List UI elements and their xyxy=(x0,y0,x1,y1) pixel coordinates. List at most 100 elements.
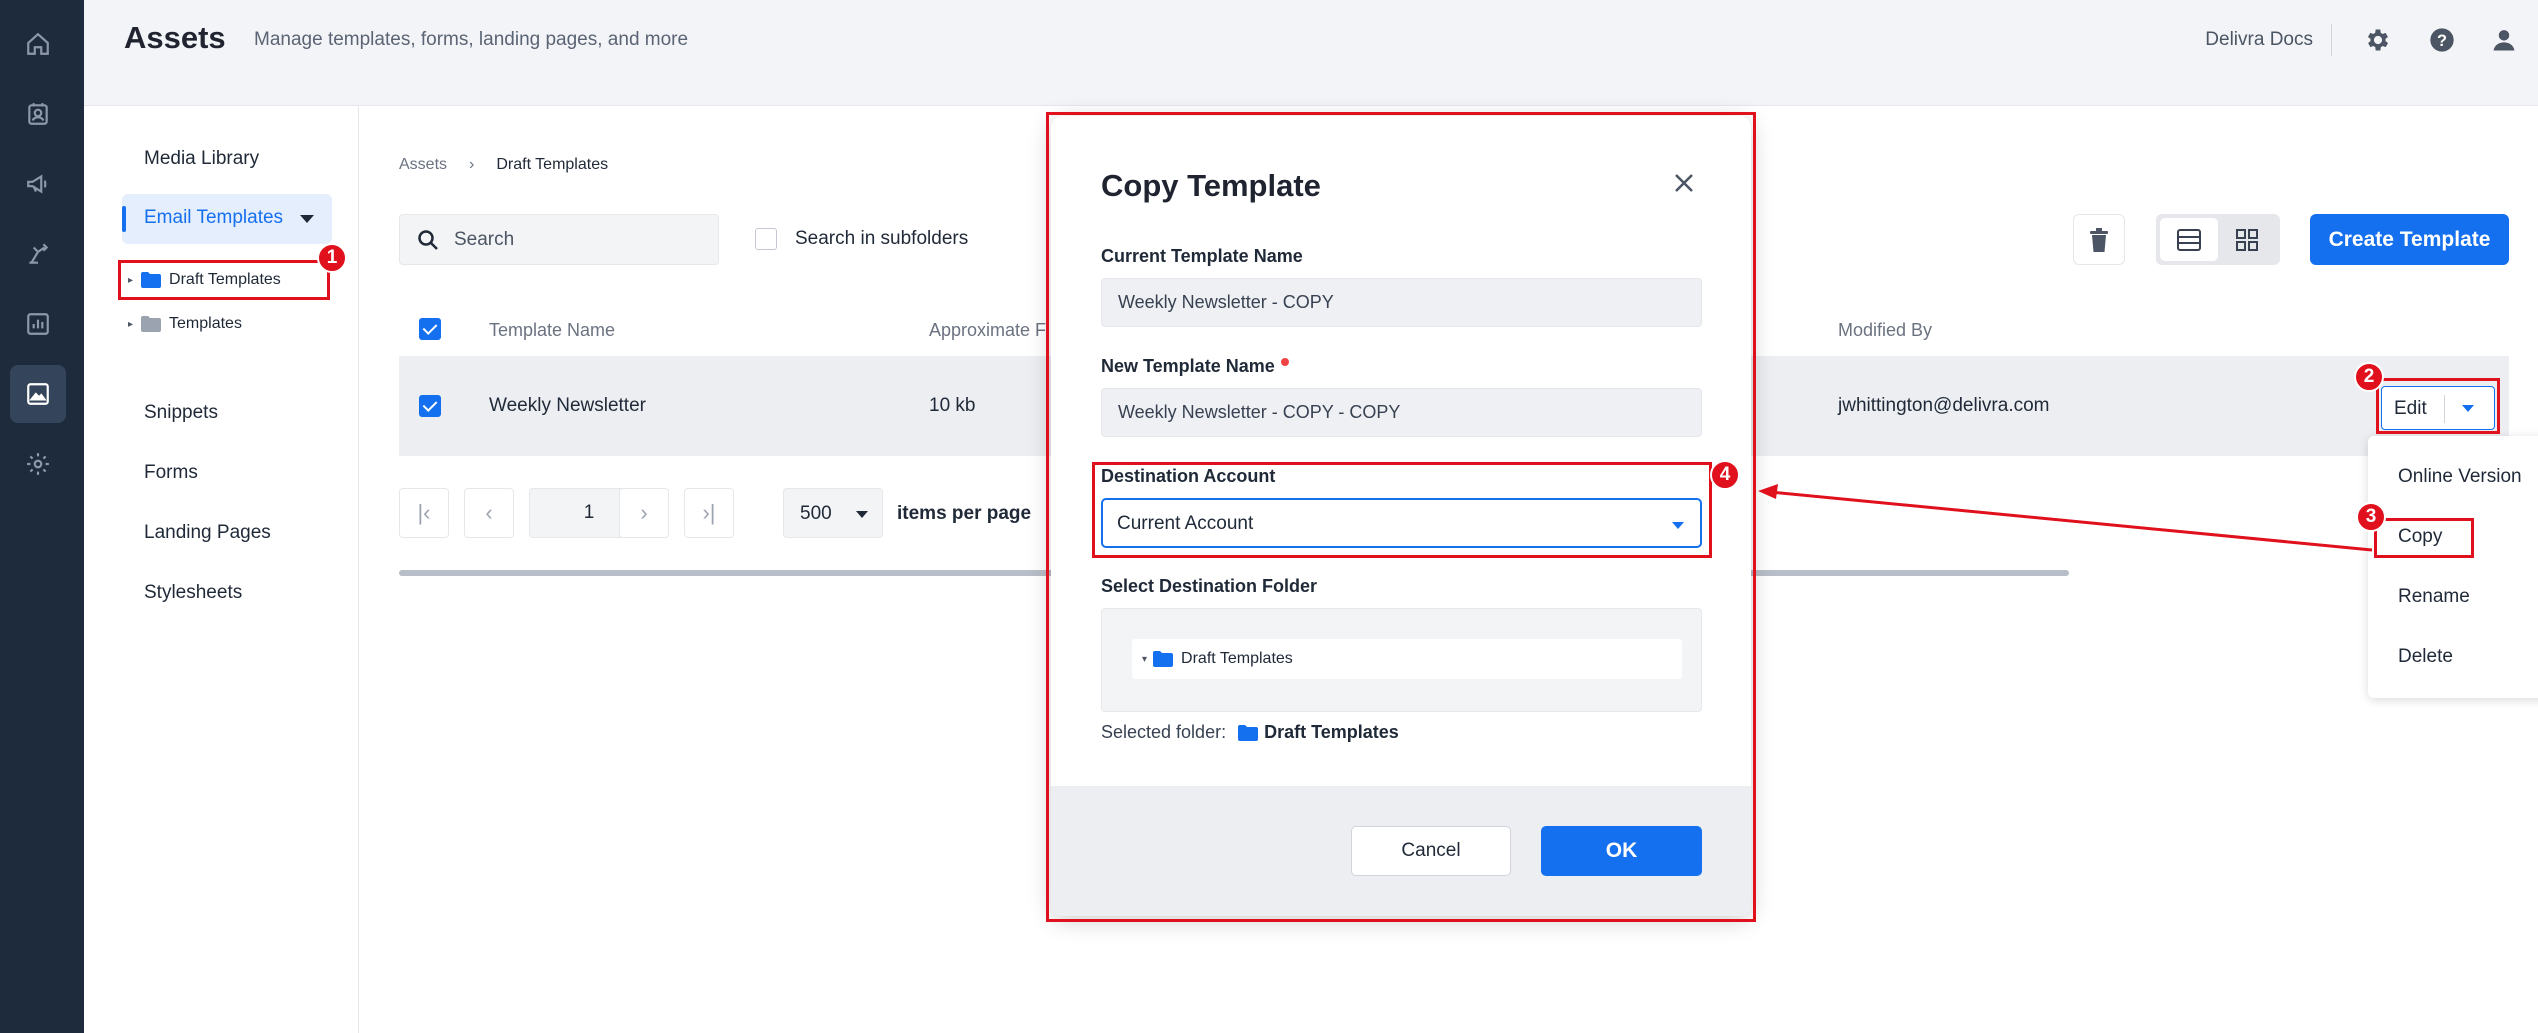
trash-icon xyxy=(2090,227,2108,252)
grid-view-icon xyxy=(2236,228,2258,251)
expand-arrow-icon[interactable]: ▸ xyxy=(128,319,133,330)
first-page-button[interactable]: |‹ xyxy=(399,488,449,538)
help-icon[interactable]: ? xyxy=(2426,24,2458,56)
sidebar-item-media-library[interactable]: Media Library xyxy=(144,148,259,170)
step-badge-1: 1 xyxy=(317,243,347,273)
copy-template-dialog: Copy Template Current Template Name Week… xyxy=(1051,116,1751,916)
folder-icon xyxy=(1153,651,1174,667)
campaigns-icon[interactable] xyxy=(10,155,66,213)
search-input[interactable] xyxy=(454,227,694,253)
destination-folder-label: Select Destination Folder xyxy=(1101,576,1318,596)
chevron-down-icon[interactable] xyxy=(300,215,314,223)
chevron-down-icon xyxy=(1672,522,1684,529)
last-page-button[interactable]: ›| xyxy=(684,488,734,538)
column-header-modified-by[interactable]: Modified By xyxy=(1838,320,1932,341)
step-badge-2: 2 xyxy=(2354,362,2384,392)
create-template-button[interactable]: Create Template xyxy=(2310,214,2509,265)
menu-item-rename[interactable]: Rename xyxy=(2398,586,2470,608)
split-divider xyxy=(2444,395,2445,423)
folder-tree-panel: ▾ Draft Templates xyxy=(1101,608,1702,712)
sidebar-item-landing-pages[interactable]: Landing Pages xyxy=(144,522,271,544)
new-name-field[interactable]: Weekly Newsletter - COPY - COPY xyxy=(1101,388,1702,437)
step-badge-3: 3 xyxy=(2356,502,2386,532)
prev-page-button[interactable]: ‹ xyxy=(464,488,514,538)
search-subfolders-checkbox[interactable] xyxy=(755,228,777,250)
breadcrumb-separator-icon: › xyxy=(469,156,475,173)
app-rail xyxy=(0,0,84,1033)
assets-sidebar: Media Library Email Templates ▸ Draft Te… xyxy=(84,106,359,1033)
folder-icon xyxy=(141,272,162,288)
gear-icon[interactable] xyxy=(2362,24,2394,56)
folder-tree-item[interactable]: ▾ Draft Templates xyxy=(1132,639,1682,679)
list-view-icon xyxy=(2177,228,2201,251)
folder-icon xyxy=(141,316,162,332)
search-icon xyxy=(418,230,438,250)
collapse-arrow-icon[interactable]: ▾ xyxy=(1142,654,1147,665)
destination-account-value: Current Account xyxy=(1117,513,1254,534)
breadcrumb-current: Draft Templates xyxy=(496,156,609,173)
selected-folder-value: Draft Templates xyxy=(1264,722,1399,742)
items-per-page-label: items per page xyxy=(897,503,1032,524)
step-badge-4: 4 xyxy=(1710,460,1740,490)
automation-icon[interactable] xyxy=(10,225,66,283)
folder-tree-label: Draft Templates xyxy=(1181,650,1293,667)
new-name-label-text: New Template Name xyxy=(1101,356,1275,376)
select-all-checkbox[interactable] xyxy=(419,318,441,340)
list-view-button[interactable] xyxy=(2160,218,2218,261)
folder-templates[interactable]: ▸ Templates xyxy=(128,309,242,339)
search-subfolders-label: Search in subfolders xyxy=(795,228,969,249)
svg-text:?: ? xyxy=(2437,32,2447,50)
settings-icon[interactable] xyxy=(10,435,66,493)
docs-link[interactable]: Delivra Docs xyxy=(2205,29,2313,51)
chevron-down-icon xyxy=(856,511,868,518)
current-name-label: Current Template Name xyxy=(1101,246,1303,266)
dialog-title: Copy Template xyxy=(1101,168,1321,203)
ok-button[interactable]: OK xyxy=(1541,826,1702,876)
delete-button[interactable] xyxy=(2073,214,2125,265)
next-page-button[interactable]: › xyxy=(619,488,669,538)
folder-icon xyxy=(1238,724,1259,741)
folder-label: Draft Templates xyxy=(169,271,281,288)
sidebar-item-stylesheets[interactable]: Stylesheets xyxy=(144,582,242,604)
destination-account-label: Destination Account xyxy=(1101,466,1276,486)
sidebar-item-label: Email Templates xyxy=(144,207,284,228)
cancel-button[interactable]: Cancel xyxy=(1351,826,1511,876)
template-name-cell: Weekly Newsletter xyxy=(489,395,646,416)
new-name-label: New Template Name xyxy=(1101,356,1289,377)
page-title: Assets xyxy=(124,20,226,55)
user-icon[interactable] xyxy=(2488,24,2520,56)
sidebar-item-forms[interactable]: Forms xyxy=(144,462,198,484)
breadcrumb-root[interactable]: Assets xyxy=(399,156,447,174)
selected-folder-info: Selected folder: Draft Templates xyxy=(1101,722,1399,743)
menu-item-online-version[interactable]: Online Version xyxy=(2398,466,2522,488)
sidebar-item-snippets[interactable]: Snippets xyxy=(144,402,218,424)
row-checkbox[interactable] xyxy=(419,395,441,417)
search-field[interactable] xyxy=(399,214,719,265)
sidebar-item-email-templates[interactable]: Email Templates xyxy=(122,194,332,244)
chevron-down-icon[interactable] xyxy=(2462,405,2474,412)
reports-icon[interactable] xyxy=(10,295,66,353)
breadcrumb: Assets › Draft Templates xyxy=(399,156,608,174)
close-icon[interactable] xyxy=(1669,168,1699,198)
items-per-page-value: 500 xyxy=(800,503,832,524)
column-header-size[interactable]: Approximate F xyxy=(929,320,1046,341)
destination-account-select[interactable]: Current Account xyxy=(1101,498,1702,548)
current-name-field: Weekly Newsletter - COPY xyxy=(1101,278,1702,327)
menu-item-copy[interactable]: Copy xyxy=(2398,526,2442,548)
size-cell: 10 kb xyxy=(929,395,976,416)
folder-draft-templates[interactable]: ▸ Draft Templates xyxy=(128,265,281,295)
items-per-page-select[interactable]: 500 xyxy=(783,488,883,538)
expand-arrow-icon[interactable]: ▸ xyxy=(128,275,133,286)
edit-dropdown-menu: Online Version Copy Rename Delete xyxy=(2368,436,2538,698)
page-subtitle: Manage templates, forms, landing pages, … xyxy=(254,29,689,50)
view-toggle xyxy=(2156,214,2280,265)
contacts-icon[interactable] xyxy=(10,85,66,143)
grid-view-button[interactable] xyxy=(2218,218,2276,261)
edit-button[interactable]: Edit xyxy=(2394,398,2427,420)
home-icon[interactable] xyxy=(10,15,66,73)
header-divider xyxy=(2331,24,2332,56)
menu-item-delete[interactable]: Delete xyxy=(2398,646,2453,668)
assets-icon[interactable] xyxy=(10,365,66,423)
column-header-template-name[interactable]: Template Name xyxy=(489,320,615,341)
edit-split-button[interactable]: Edit xyxy=(2381,386,2495,430)
